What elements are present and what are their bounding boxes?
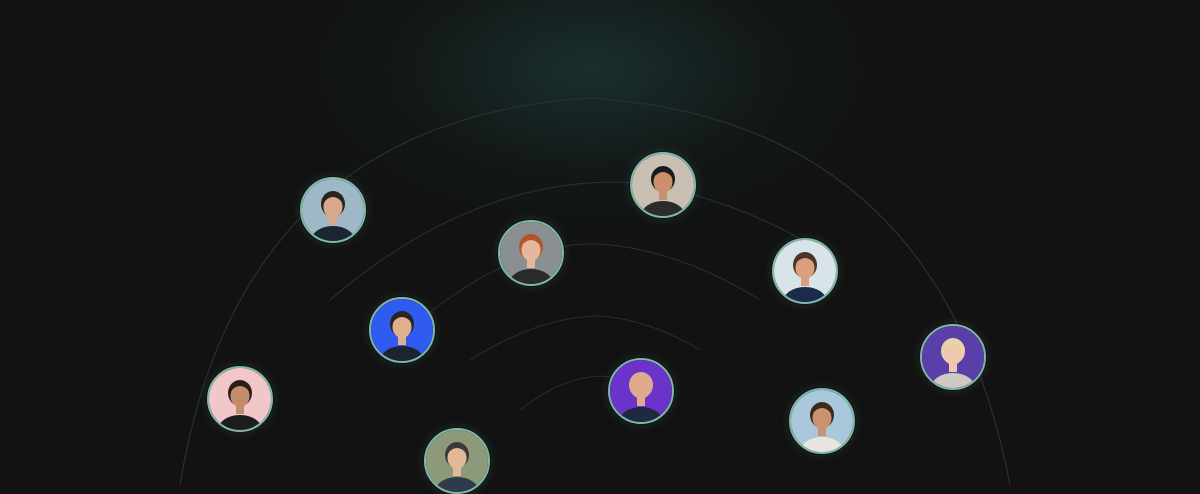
avatar-man-blue-background [369, 297, 435, 363]
avatar-man-city-backdrop [300, 177, 366, 243]
avatar-man-blue-background-portrait [371, 299, 433, 361]
avatar-man-bald-purple [608, 358, 674, 424]
avatar-woman-hijab [630, 152, 696, 218]
avatar-woman-pink-background [207, 366, 273, 432]
outer-orbit-arc [179, 97, 1011, 485]
avatar-man-selfie-portrait [774, 240, 836, 302]
orbit-arc-2 [419, 243, 761, 321]
avatar-woman-red-hair-portrait [500, 222, 562, 284]
avatar-woman-hijab-portrait [632, 154, 694, 216]
avatar-man-bald-purple-portrait [610, 360, 672, 422]
avatar-woman-blonde-purple [920, 324, 986, 390]
avatar-man-beanie-portrait [426, 430, 488, 492]
avatar-woman-blonde-purple-portrait [922, 326, 984, 388]
orbit-arc-3 [469, 315, 701, 361]
avatar-woman-red-hair [498, 220, 564, 286]
orbit-arcs [179, 97, 1011, 485]
avatar-man-beard-beach [789, 388, 855, 454]
avatar-man-selfie [772, 238, 838, 304]
avatar-man-beanie [424, 428, 490, 494]
avatar-man-beard-beach-portrait [791, 390, 853, 452]
orbit-arc-1 [329, 181, 821, 301]
avatar-woman-pink-background-portrait [209, 368, 271, 430]
avatar-man-city-backdrop-portrait [302, 179, 364, 241]
